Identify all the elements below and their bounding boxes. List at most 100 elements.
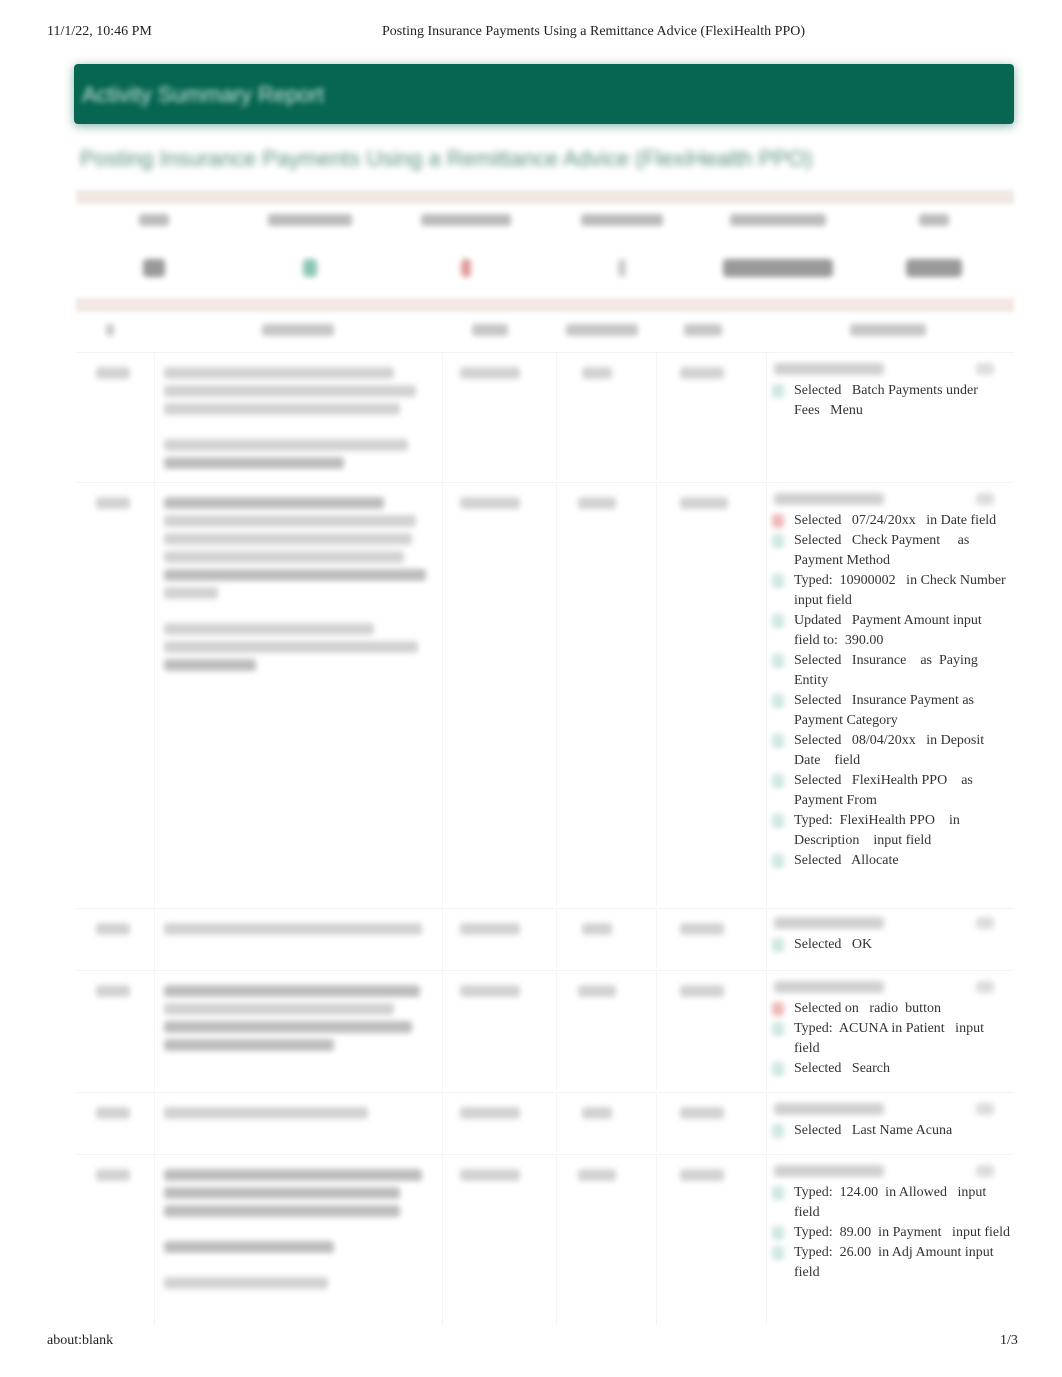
success-icon [772,574,784,588]
stat-skipped-steps [544,206,700,296]
action-item: Selected OK [770,935,1010,955]
more-icon[interactable] [976,981,994,993]
stat-score [856,206,1012,296]
step-time [582,1107,612,1119]
step-number [96,923,130,935]
print-document-title: Posting Insurance Payments Using a Remit… [381,24,806,39]
col-header-time-taken [566,324,638,336]
step-time [578,1169,616,1181]
success-icon [772,774,784,788]
action-item: Typed: 10900002 in Check Number input fi… [770,571,1010,611]
success-icon [772,814,784,828]
more-icon[interactable] [976,1165,994,1177]
stat-steps [76,206,232,296]
success-icon [772,1062,784,1076]
success-icon [772,734,784,748]
more-icon[interactable] [976,363,994,375]
more-icon[interactable] [976,1103,994,1115]
action-item: Typed: FlexiHealth PPO in Description in… [770,811,1010,851]
error-icon [772,514,784,528]
step-number [96,1169,130,1181]
action-item: Selected Search [770,1059,1010,1079]
action-item: Updated Payment Amount input field to: 3… [770,611,1010,651]
success-icon [772,534,784,548]
action-item: Selected FlexiHealth PPO as Payment From [770,771,1010,811]
report-banner: Activity Summary Report [74,64,1014,124]
action-item: Selected Batch Payments under Fees Menu [770,381,1010,421]
success-icon [772,1124,784,1138]
step-result [680,497,728,509]
success-icon [772,938,784,952]
action-item: Selected 07/24/20xx in Date field [770,511,1010,531]
step-description [164,497,384,509]
stat-time [700,206,856,296]
step-result [680,367,724,379]
col-header-description [262,324,334,336]
print-url: about:blank [47,1333,114,1348]
col-header-status [472,324,508,336]
success-icon [772,1246,784,1260]
step-time [578,497,616,509]
col-header-result [684,324,722,336]
step-actions: Typed: 124.00 in Allowed input field Typ… [770,1165,1010,1283]
step-description [164,1107,368,1119]
step-actions: Selected Batch Payments under Fees Menu [770,363,1010,421]
step-actions: Selected OK [770,917,1010,955]
table-row: Selected 07/24/20xx in Date field Select… [76,482,1014,907]
table-row: Selected on radio button Typed: ACUNA in… [76,970,1014,1091]
section-divider [76,190,1014,204]
step-status [460,367,520,379]
step-description [164,923,422,935]
step-actions: Selected 07/24/20xx in Date field Select… [770,493,1010,871]
stat-incorrect-steps [388,206,544,296]
step-actions: Selected Last Name Acuna [770,1103,1010,1141]
action-item: Selected Insurance as Paying Entity [770,651,1010,691]
page-indicator: 1/3 [1000,1333,1018,1348]
col-header-actions [850,324,926,336]
step-time [582,367,612,379]
step-time [582,923,612,935]
action-item: Typed: 26.00 in Adj Amount input field [770,1243,1010,1283]
step-status [460,1169,520,1181]
step-result [680,1107,724,1119]
step-number [96,367,130,379]
step-description [164,367,394,379]
action-item: Selected 08/04/20xx in Deposit Date fiel… [770,731,1010,771]
step-result [680,985,724,997]
col-header-number [106,324,114,336]
success-icon [772,384,784,398]
success-icon [772,694,784,708]
table-row: Selected Batch Payments under Fees Menu [76,352,1014,481]
success-icon [772,1186,784,1200]
step-status [460,923,520,935]
action-item: Typed: 124.00 in Allowed input field [770,1183,1010,1223]
more-icon[interactable] [976,493,994,505]
table-row: Typed: 124.00 in Allowed input field Typ… [76,1154,1014,1325]
report-banner-title: Activity Summary Report [82,82,325,107]
step-actions: Selected on radio button Typed: ACUNA in… [770,981,1010,1079]
step-time [578,985,616,997]
action-item: Typed: ACUNA in Patient input field [770,1019,1010,1059]
step-number [96,985,130,997]
action-item: Selected on radio button [770,999,1010,1019]
stat-correct-steps [232,206,388,296]
action-item: Selected Check Payment as Payment Method [770,531,1010,571]
more-icon[interactable] [976,917,994,929]
table-row: Selected Last Name Acuna [76,1092,1014,1153]
success-icon [772,1022,784,1036]
action-item: Typed: 89.00 in Payment input field [770,1223,1010,1243]
step-description [164,985,420,997]
step-status [460,985,520,997]
action-item: Selected Last Name Acuna [770,1121,1010,1141]
step-number [96,1107,130,1119]
step-status [460,497,520,509]
step-status [460,1107,520,1119]
error-icon [772,1002,784,1016]
action-item: Selected Insurance Payment as Payment Ca… [770,691,1010,731]
print-header: 11/1/22, 10:46 PM Posting Insurance Paym… [0,24,1062,42]
success-icon [772,654,784,668]
summary-stats [76,206,1014,296]
report-subtitle: Posting Insurance Payments Using a Remit… [80,146,813,171]
steps-table-header [76,318,1014,344]
success-icon [772,854,784,868]
